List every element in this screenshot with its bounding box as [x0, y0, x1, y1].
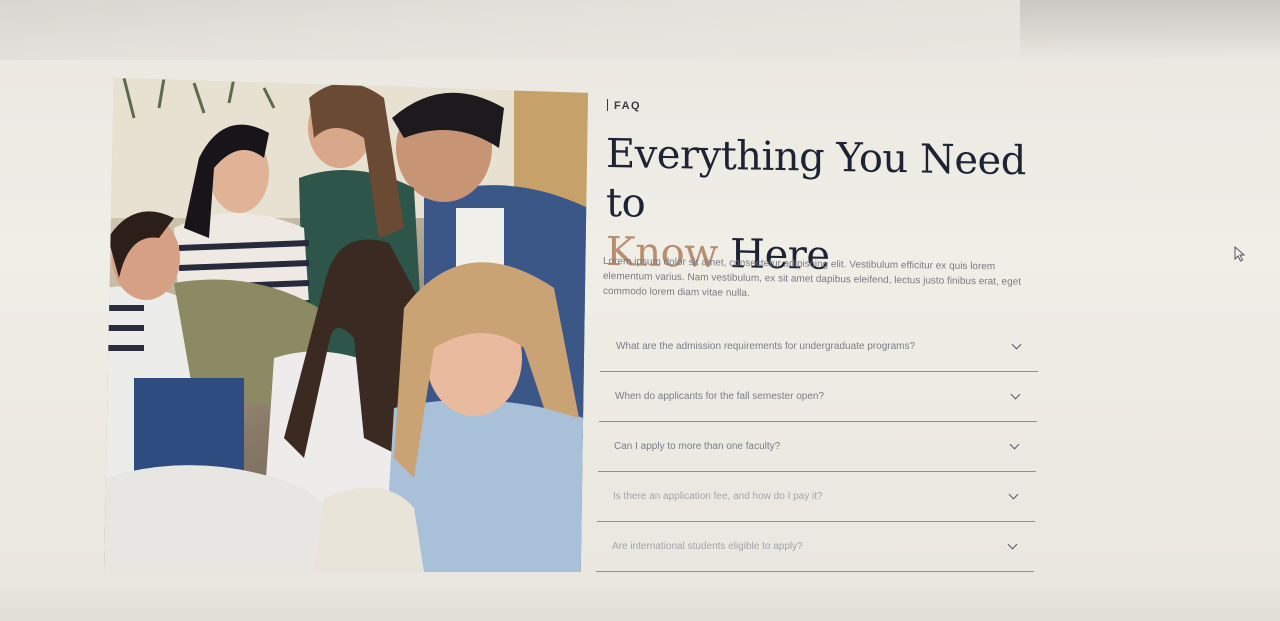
chevron-down-icon[interactable] — [1011, 339, 1022, 350]
headline-line1: Everything You Need to — [606, 130, 1026, 227]
screen-bezel-shadow — [1020, 0, 1280, 60]
intro-paragraph: Lorem ipsum dolor sit amet, consectetur … — [603, 255, 1021, 299]
students-group-photo — [104, 78, 588, 572]
faq-question: What are the admission requirements for … — [616, 341, 916, 352]
chevron-down-icon[interactable] — [1008, 489, 1019, 500]
chevron-down-icon[interactable] — [1007, 539, 1018, 550]
faq-question: Are international students eligible to a… — [612, 541, 803, 552]
chevron-down-icon[interactable] — [1010, 389, 1021, 400]
faq-item[interactable]: Is there an application fee, and how do … — [597, 472, 1035, 522]
faq-item[interactable]: Are international students eligible to a… — [596, 522, 1034, 572]
faq-item[interactable]: What are the admission requirements for … — [600, 322, 1038, 372]
mouse-pointer-icon — [1234, 246, 1246, 262]
faq-accordion: What are the admission requirements for … — [596, 322, 1038, 572]
chevron-down-icon[interactable] — [1009, 439, 1020, 450]
faq-question: Can I apply to more than one faculty? — [614, 441, 781, 452]
faq-item[interactable]: When do applicants for the fall semester… — [599, 372, 1037, 422]
screen-bottom-edge — [0, 587, 1280, 621]
faq-item[interactable]: Can I apply to more than one faculty? — [598, 422, 1036, 472]
section-eyebrow: FAQ — [607, 99, 641, 112]
faq-question: When do applicants for the fall semester… — [615, 391, 825, 402]
faq-question: Is there an application fee, and how do … — [613, 491, 823, 502]
